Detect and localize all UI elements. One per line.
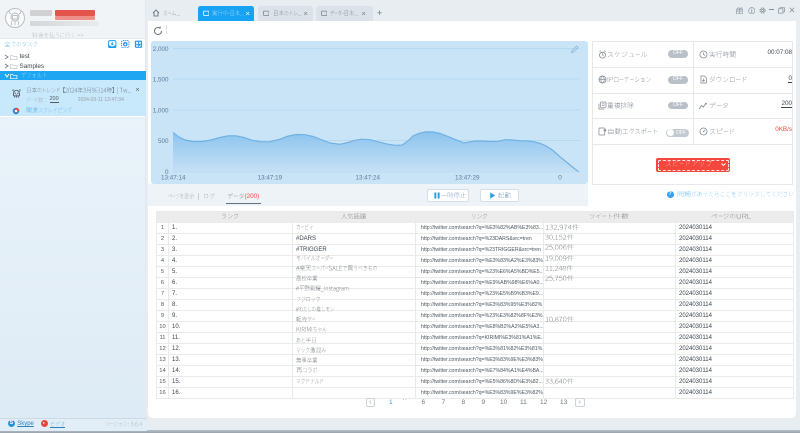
svg-text:1,000: 1,000 [153,107,169,114]
svg-text:13:47:29: 13:47:29 [455,174,480,181]
svg-text:13:47:19: 13:47:19 [258,174,283,181]
svg-text:13:47:14: 13:47:14 [161,174,186,181]
svg-text:0: 0 [558,174,562,181]
svg-text:2,000: 2,000 [153,46,169,53]
svg-text:13:47:24: 13:47:24 [356,174,381,181]
svg-text:1,500: 1,500 [153,76,169,83]
svg-text:500: 500 [158,137,169,144]
